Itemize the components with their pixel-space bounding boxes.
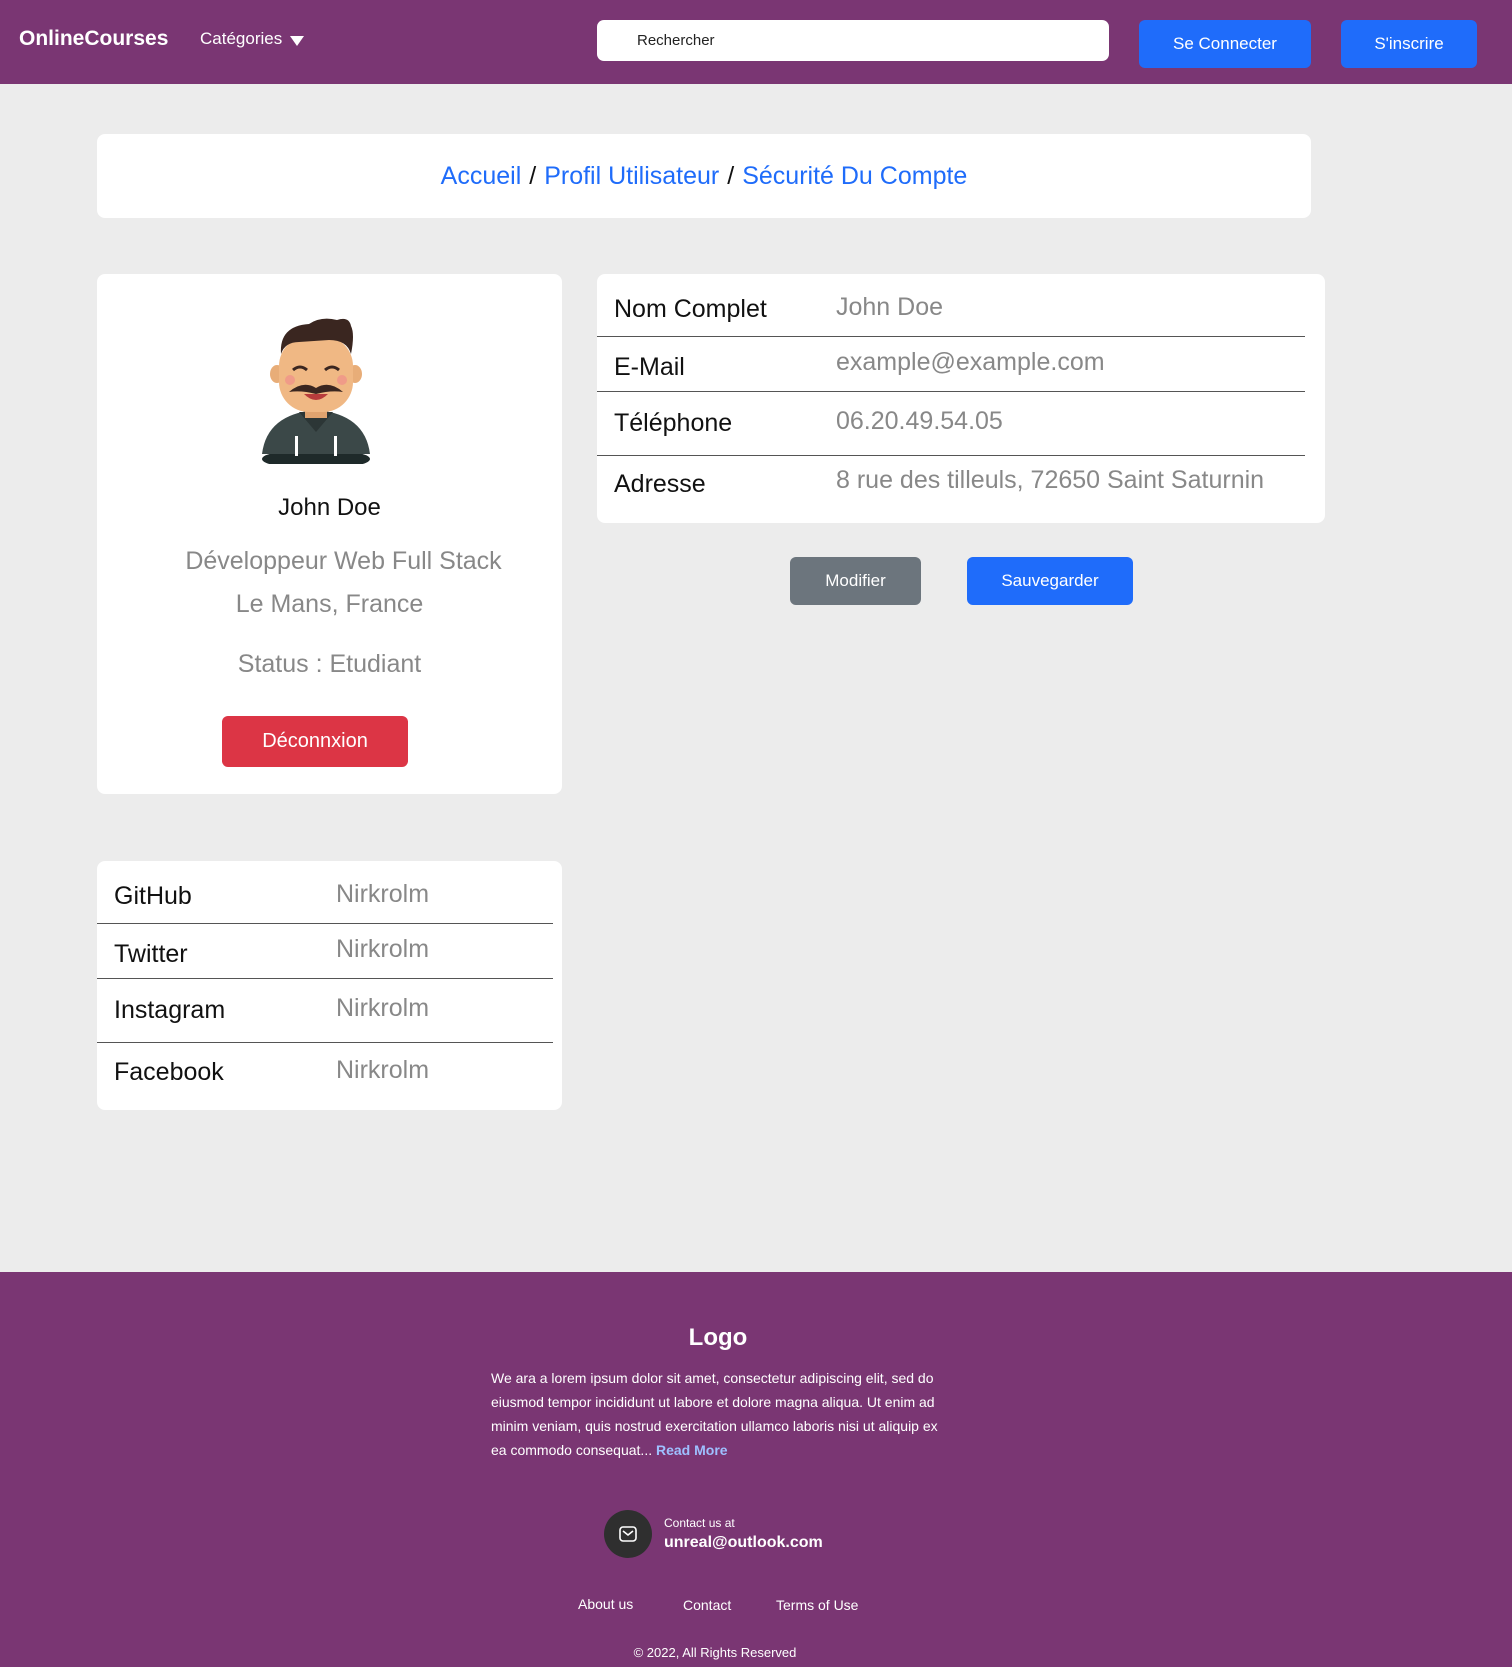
profile-role: Développeur Web Full Stack bbox=[185, 547, 502, 575]
signup-button[interactable]: S'inscrire bbox=[1341, 20, 1477, 68]
page-footer: Logo We ara a lorem ipsum dolor sit amet… bbox=[0, 1272, 1512, 1667]
info-row-fullname: Nom Complet John Doe bbox=[597, 274, 1305, 337]
info-label: Adresse bbox=[614, 470, 706, 498]
info-value: 8 rue des tilleuls, 72650 Saint Saturnin bbox=[836, 466, 1265, 494]
social-value[interactable]: Nirkrolm bbox=[336, 880, 429, 909]
social-value[interactable]: Nirkrolm bbox=[336, 994, 429, 1023]
modify-button[interactable]: Modifier bbox=[790, 557, 921, 605]
info-row-address: Adresse 8 rue des tilleuls, 72650 Saint … bbox=[597, 456, 1305, 523]
breadcrumb-security-link[interactable]: Sécurité Du Compte bbox=[742, 162, 967, 191]
login-button[interactable]: Se Connecter bbox=[1139, 20, 1311, 68]
copyright-text: © 2022, All Rights Reserved bbox=[633, 1645, 797, 1660]
contact-label: Contact us at bbox=[664, 1516, 735, 1530]
info-value: example@example.com bbox=[836, 348, 1105, 376]
info-row-email: E-Mail example@example.com bbox=[597, 337, 1305, 392]
breadcrumb: Accueil / Profil Utilisateur / Sécurité … bbox=[97, 134, 1311, 218]
save-button[interactable]: Sauvegarder bbox=[967, 557, 1133, 605]
breadcrumb-profile-link[interactable]: Profil Utilisateur bbox=[544, 162, 719, 191]
social-label: Facebook bbox=[114, 1058, 224, 1086]
footer-logo: Logo bbox=[688, 1324, 748, 1351]
social-label: GitHub bbox=[114, 882, 192, 910]
caret-down-icon bbox=[290, 36, 305, 46]
logout-button[interactable]: Déconnxion bbox=[222, 716, 408, 767]
footer-description: We ara a lorem ipsum dolor sit amet, con… bbox=[491, 1366, 951, 1462]
social-row-instagram: Instagram Nirkrolm bbox=[97, 979, 553, 1043]
read-more-link[interactable]: Read More bbox=[656, 1442, 728, 1458]
footer-link-about[interactable]: About us bbox=[578, 1596, 633, 1612]
breadcrumb-home-link[interactable]: Accueil bbox=[441, 162, 522, 191]
social-row-github: GitHub Nirkrolm bbox=[97, 861, 553, 924]
social-row-twitter: Twitter Nirkrolm bbox=[97, 924, 553, 979]
profile-name: John Doe bbox=[278, 494, 381, 521]
social-links-table: GitHub Nirkrolm Twitter Nirkrolm Instagr… bbox=[97, 861, 562, 1110]
categories-label: Catégories bbox=[200, 29, 283, 48]
profile-status: Status : Etudiant bbox=[237, 650, 422, 678]
info-value: John Doe bbox=[836, 293, 944, 321]
top-navbar: OnlineCourses Catégories Se Connecter S'… bbox=[0, 0, 1512, 84]
info-row-phone: Téléphone 06.20.49.54.05 bbox=[597, 392, 1305, 456]
brand-logo[interactable]: OnlineCourses bbox=[19, 27, 168, 51]
user-info-table: Nom Complet John Doe E-Mail example@exam… bbox=[597, 274, 1325, 523]
mail-icon bbox=[604, 1510, 652, 1558]
social-value[interactable]: Nirkrolm bbox=[336, 935, 429, 964]
info-value: 06.20.49.54.05 bbox=[836, 407, 1003, 435]
search-input[interactable] bbox=[597, 20, 1109, 61]
user-avatar bbox=[262, 318, 370, 464]
info-label: Téléphone bbox=[614, 409, 733, 437]
info-label: E-Mail bbox=[614, 353, 685, 381]
categories-dropdown[interactable]: Catégories bbox=[200, 29, 305, 49]
contact-email[interactable]: unreal@outlook.com bbox=[664, 1534, 823, 1552]
social-row-facebook: Facebook Nirkrolm bbox=[97, 1043, 553, 1110]
social-label: Twitter bbox=[114, 940, 188, 968]
breadcrumb-separator: / bbox=[727, 161, 735, 190]
social-value[interactable]: Nirkrolm bbox=[336, 1056, 429, 1085]
social-label: Instagram bbox=[114, 996, 226, 1024]
footer-link-terms[interactable]: Terms of Use bbox=[776, 1597, 858, 1613]
profile-card: John Doe Développeur Web Full Stack Le M… bbox=[97, 274, 562, 794]
footer-link-contact[interactable]: Contact bbox=[683, 1597, 731, 1613]
info-label: Nom Complet bbox=[614, 295, 767, 323]
profile-location: Le Mans, France bbox=[235, 590, 424, 618]
breadcrumb-separator: / bbox=[529, 161, 537, 190]
